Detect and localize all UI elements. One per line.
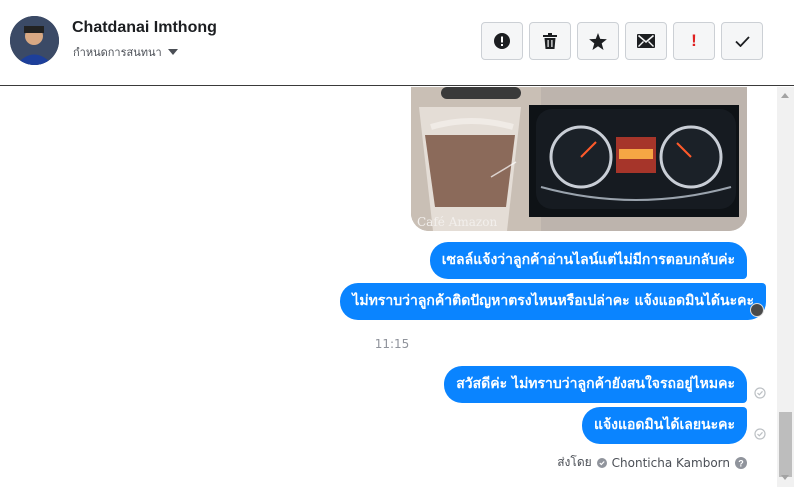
conversation-header: Chatdanai Imthong กำหนดการสนทนา ! [0,0,794,86]
exclamation-icon: ! [691,31,697,50]
mark-done-button[interactable] [721,22,763,60]
message-bubble[interactable]: สวัสดีค่ะ ไม่ทราบว่าลูกค้ายังสนใจรถอยู่ไ… [444,366,747,403]
mark-unread-button[interactable] [625,22,667,60]
sender-name[interactable]: Chonticha Kamborn [612,456,730,470]
shared-photo[interactable]: Café Amazon [411,87,747,231]
conversation-settings-label: กำหนดการสนทนา [73,46,162,59]
trash-icon [543,33,557,49]
alert-circle-icon [494,33,510,49]
scrollbar-thumb[interactable] [779,412,792,477]
message-timestamp: 11:15 [374,337,410,351]
seen-by-avatar [750,303,764,317]
star-icon [589,32,607,50]
message-bubble[interactable]: แจ้งแอดมินได้เลยนะคะ [581,407,747,444]
thread-scrollbar[interactable] [777,87,794,487]
star-button[interactable] [577,22,619,60]
sent-by-label: ส่งโดย [557,455,592,469]
verified-check-icon [596,457,607,468]
delete-button[interactable] [529,22,571,60]
spam-button[interactable]: ! [673,22,715,60]
conversation-toolbar: ! [481,22,763,60]
photo-caption: Café Amazon [417,215,497,229]
conversation-settings[interactable]: กำหนดการสนทนา [73,43,178,61]
scroll-down-arrow-icon[interactable] [781,475,789,480]
message-thread[interactable]: Café Amazon เซลล์แจ้งว่าลูกค้าอ่านไลน์แต… [0,87,794,500]
sent-by-info: ส่งโดย Chonticha Kamborn ? [557,453,747,472]
message-bubble[interactable]: ไม่ทราบว่าลูกค้าติดปัญหาตรงไหนหรือเปล่าค… [340,283,766,320]
contact-name[interactable]: Chatdanai Imthong [72,19,217,37]
delivered-check-icon [754,428,766,440]
scroll-up-arrow-icon[interactable] [781,93,789,98]
delivered-check-icon [754,387,766,399]
mail-icon [637,34,655,48]
message-bubble[interactable]: เซลล์แจ้งว่าลูกค้าอ่านไลน์แต่ไม่มีการตอบ… [429,242,747,279]
caret-down-icon [167,49,178,55]
help-circle-icon[interactable]: ? [735,456,747,469]
contact-avatar[interactable] [10,16,59,65]
svg-text:?: ? [738,458,744,468]
checkmark-icon [734,35,750,47]
report-button[interactable] [481,22,523,60]
